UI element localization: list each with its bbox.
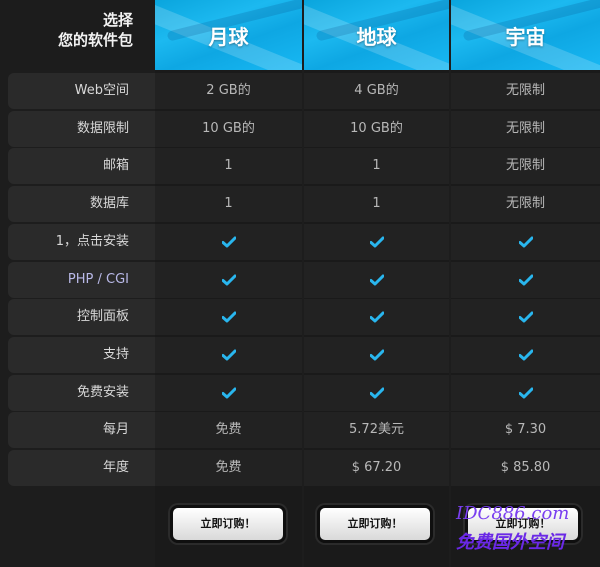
cell-value: 2 GB的 xyxy=(155,73,302,109)
check-icon xyxy=(304,337,449,373)
check-icon xyxy=(518,274,533,285)
check-icon xyxy=(221,349,236,360)
plan-header-moon: 月球 xyxy=(155,0,302,70)
cell-value: $ 67.20 xyxy=(304,450,449,486)
check-icon xyxy=(221,387,236,398)
pricing-table: 选择 您的软件包 月球 地球 宇宙 Web空间 2 GB的 4 GB的 无限制 数据限制… xyxy=(0,0,600,567)
cell-value: 1 xyxy=(155,186,302,222)
row-label: 控制面板 xyxy=(8,299,155,335)
check-icon xyxy=(369,311,384,322)
check-icon xyxy=(518,236,533,247)
check-icon xyxy=(155,375,302,411)
check-icon xyxy=(155,224,302,260)
check-icon xyxy=(518,311,533,322)
cell-value: 10 GB的 xyxy=(304,111,449,147)
cell-value: 无限制 xyxy=(451,148,600,184)
check-icon xyxy=(304,375,449,411)
corner-line2: 您的软件包 xyxy=(57,31,133,49)
cell-value: 无限制 xyxy=(451,111,600,147)
row-label: PHP / CGI xyxy=(8,262,155,298)
watermark-domain: IDC886.com xyxy=(456,503,570,524)
cell-value: 4 GB的 xyxy=(304,73,449,109)
cell-value: 免费 xyxy=(155,450,302,486)
cell-value: 10 GB的 xyxy=(155,111,302,147)
cell-value: 无限制 xyxy=(451,186,600,222)
check-icon xyxy=(155,262,302,298)
check-icon xyxy=(221,274,236,285)
row-label: 数据库 xyxy=(8,186,155,222)
cell-value: 1 xyxy=(155,148,302,184)
cell-value: $ 7.30 xyxy=(451,412,600,448)
check-icon xyxy=(304,262,449,298)
cell-value: 免费 xyxy=(155,412,302,448)
order-button-earth[interactable]: 立即订购！ xyxy=(317,505,433,543)
check-icon xyxy=(221,311,236,322)
row-label: Web空间 xyxy=(8,73,155,109)
plan-name: 地球 xyxy=(356,24,397,49)
plan-name: 月球 xyxy=(208,24,249,49)
check-icon xyxy=(155,299,302,335)
cell-value: 5.72美元 xyxy=(304,412,449,448)
row-label: 邮箱 xyxy=(8,148,155,184)
cell-value: 1 xyxy=(304,148,449,184)
check-icon xyxy=(304,299,449,335)
check-icon xyxy=(221,236,236,247)
row-label: 1，点击安装 xyxy=(8,224,155,260)
watermark-text: 免费国外空间 xyxy=(456,532,564,553)
plan-name: 宇宙 xyxy=(505,24,546,49)
check-icon xyxy=(304,224,449,260)
cell-value: 无限制 xyxy=(451,73,600,109)
check-icon xyxy=(451,299,600,335)
check-icon xyxy=(369,349,384,360)
row-label: 免费安装 xyxy=(8,375,155,411)
row-label: 数据限制 xyxy=(8,111,155,147)
row-label: 每月 xyxy=(8,412,155,448)
check-icon xyxy=(451,375,600,411)
plan-header-earth: 地球 xyxy=(304,0,449,70)
check-icon xyxy=(451,224,600,260)
check-icon xyxy=(451,337,600,373)
check-icon xyxy=(369,236,384,247)
plan-header-universe: 宇宙 xyxy=(451,0,600,70)
cell-value: $ 85.80 xyxy=(451,450,600,486)
check-icon xyxy=(369,387,384,398)
order-button-moon[interactable]: 立即订购！ xyxy=(170,505,286,543)
table-corner-title: 选择 您的软件包 xyxy=(0,0,155,70)
check-icon xyxy=(518,349,533,360)
check-icon xyxy=(451,262,600,298)
check-icon xyxy=(369,274,384,285)
corner-line1: 选择 xyxy=(102,11,133,29)
check-icon xyxy=(518,387,533,398)
row-label: 支持 xyxy=(8,337,155,373)
cell-value: 1 xyxy=(304,186,449,222)
row-label: 年度 xyxy=(8,450,155,486)
check-icon xyxy=(155,337,302,373)
